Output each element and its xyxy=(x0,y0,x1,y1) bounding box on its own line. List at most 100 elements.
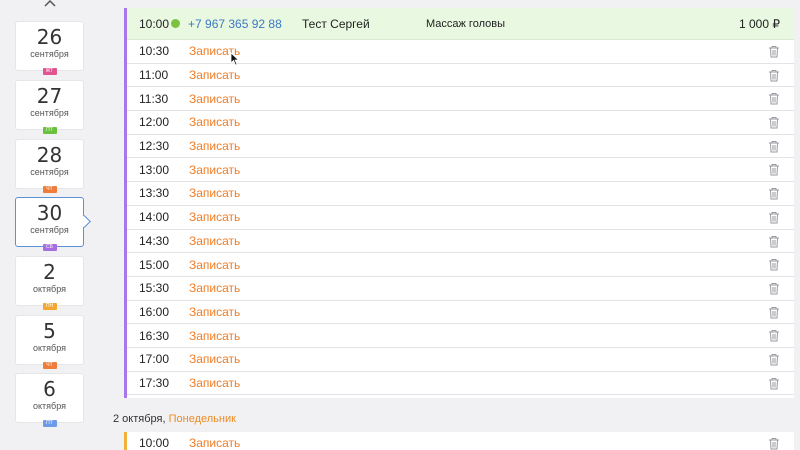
date-month: октября xyxy=(33,401,66,411)
slot-time: 11:30 xyxy=(139,91,169,106)
book-slot-link[interactable]: Записать xyxy=(189,352,240,366)
slot-time: 15:00 xyxy=(139,257,170,272)
book-slot-link[interactable]: Записать xyxy=(189,436,240,450)
book-slot-link[interactable]: Записать xyxy=(189,376,240,390)
date-column: 26 сентября ЖТ 27 сентября ПТ 28 сентября ЧТ 30 се… xyxy=(0,0,100,450)
time-slot-row: 13:30 Записать xyxy=(127,182,794,206)
booking-time: 10:00 xyxy=(139,16,170,31)
book-slot-link[interactable]: Записать xyxy=(189,234,240,248)
slot-time: 15:30 xyxy=(139,281,170,296)
trash-icon[interactable] xyxy=(768,353,780,369)
date-card[interactable]: 27 сентября ПТ xyxy=(15,80,84,134)
date-day: 2 xyxy=(43,260,56,284)
time-slot-row: 15:00 Записать xyxy=(127,253,794,277)
book-slot-link[interactable]: Записать xyxy=(189,258,240,272)
slot-time: 14:00 xyxy=(139,210,170,225)
client-name: Тест Сергей xyxy=(302,16,370,31)
date-card[interactable]: 6 октября ПТ xyxy=(15,373,84,427)
trash-icon[interactable] xyxy=(768,45,780,61)
slot-time: 17:30 xyxy=(139,375,170,390)
date-card[interactable]: 28 сентября ЧТ xyxy=(15,139,84,193)
day-schedule-block: 10:00 Записать xyxy=(124,432,794,450)
trash-icon[interactable] xyxy=(768,116,780,132)
weekday-badge: СБ xyxy=(42,244,57,251)
book-slot-link[interactable]: Записать xyxy=(189,329,240,343)
booking-price: 1 000 ₽ xyxy=(739,16,780,31)
book-slot-link[interactable]: Записать xyxy=(189,115,240,129)
book-slot-link[interactable]: Записать xyxy=(189,92,240,106)
time-slot-row: 13:00 Записать xyxy=(127,158,794,183)
trash-icon[interactable] xyxy=(768,437,780,450)
date-day: 6 xyxy=(43,377,56,401)
date-day: 30 xyxy=(36,201,63,225)
weekday-badge: ПН xyxy=(42,303,57,310)
date-month: октября xyxy=(33,343,66,353)
trash-icon[interactable] xyxy=(768,258,780,274)
time-slot-row: 17:30 Записать xyxy=(127,372,794,396)
trash-icon[interactable] xyxy=(768,211,780,227)
trash-icon[interactable] xyxy=(768,187,780,203)
time-slot-row: 17:00 Записать xyxy=(127,348,794,372)
weekday-badge: ЖТ xyxy=(42,68,57,75)
trash-icon[interactable] xyxy=(768,235,780,251)
date-month: сентября xyxy=(30,167,69,177)
time-slot-row: 14:00 Записать xyxy=(127,206,794,230)
book-slot-link[interactable]: Записать xyxy=(189,163,240,177)
book-slot-link[interactable]: Записать xyxy=(189,210,240,224)
slot-time: 14:30 xyxy=(139,233,170,248)
client-phone-link[interactable]: +7 967 365 92 88 xyxy=(188,17,302,31)
slot-time: 11:00 xyxy=(139,68,169,83)
status-dot-icon xyxy=(171,19,180,28)
day-schedule-block: 10:00 +7 967 365 92 88 Тест Сергей Масса… xyxy=(124,8,794,398)
mouse-cursor-icon xyxy=(230,52,240,71)
date-card[interactable]: 5 октября ЧТ xyxy=(15,315,84,369)
date-day: 5 xyxy=(43,319,56,343)
trash-icon[interactable] xyxy=(768,92,780,108)
time-slot-row: 16:00 Записать xyxy=(127,301,794,325)
slot-time: 10:00 xyxy=(139,436,170,450)
book-slot-link[interactable]: Записать xyxy=(189,139,240,153)
weekday-badge: ЧТ xyxy=(42,186,57,193)
weekday-badge: ПТ xyxy=(42,420,57,427)
booked-appointment-row[interactable]: 10:00 +7 967 365 92 88 Тест Сергей Масса… xyxy=(127,8,794,40)
trash-icon[interactable] xyxy=(768,282,780,298)
book-slot-link[interactable]: Записать xyxy=(189,281,240,295)
time-slot-row: 12:00 Записать xyxy=(127,111,794,135)
service-name: Массаж головы xyxy=(426,17,505,30)
slot-time: 13:30 xyxy=(139,186,170,201)
time-slot-row: 15:30 Записать xyxy=(127,277,794,301)
date-month: сентября xyxy=(30,108,69,118)
slot-time: 16:30 xyxy=(139,328,170,343)
date-month: октября xyxy=(33,284,66,294)
date-month: сентября xyxy=(30,49,69,59)
date-card[interactable]: 26 сентября ЖТ xyxy=(15,21,84,75)
book-slot-link[interactable]: Записать xyxy=(189,305,240,319)
date-card[interactable]: 30 сентября СБ xyxy=(15,197,84,251)
date-day: 27 xyxy=(36,84,63,108)
date-month: сентября xyxy=(30,225,69,235)
date-card[interactable]: 2 октября ПН xyxy=(15,256,84,310)
slot-time: 10:30 xyxy=(139,44,170,59)
day-group-title: 2 октября, Понедельник xyxy=(113,413,236,425)
trash-icon[interactable] xyxy=(768,69,780,85)
time-slot-row: 11:00 Записать xyxy=(127,64,794,88)
time-slot-row: 16:30 Записать xyxy=(127,324,794,348)
weekday-badge: ЧТ xyxy=(42,362,57,369)
trash-icon[interactable] xyxy=(768,306,780,322)
slot-time: 12:30 xyxy=(139,139,170,154)
group-date: 2 октября, xyxy=(113,413,166,425)
book-slot-link[interactable]: Записать xyxy=(189,186,240,200)
trash-icon[interactable] xyxy=(768,329,780,345)
trash-icon[interactable] xyxy=(768,163,780,179)
time-slot-row: 11:30 Записать xyxy=(127,87,794,112)
slot-time: 16:00 xyxy=(139,304,170,319)
trash-icon[interactable] xyxy=(768,377,780,393)
time-slot-row: 12:30 Записать xyxy=(127,135,794,159)
weekday-badge: ПТ xyxy=(42,127,57,134)
slot-time: 13:00 xyxy=(139,162,170,177)
chevron-up-icon[interactable] xyxy=(40,0,60,10)
trash-icon[interactable] xyxy=(768,140,780,156)
group-weekday: Понедельник xyxy=(168,413,236,425)
slot-time: 17:00 xyxy=(139,352,170,367)
date-day: 26 xyxy=(36,25,63,49)
